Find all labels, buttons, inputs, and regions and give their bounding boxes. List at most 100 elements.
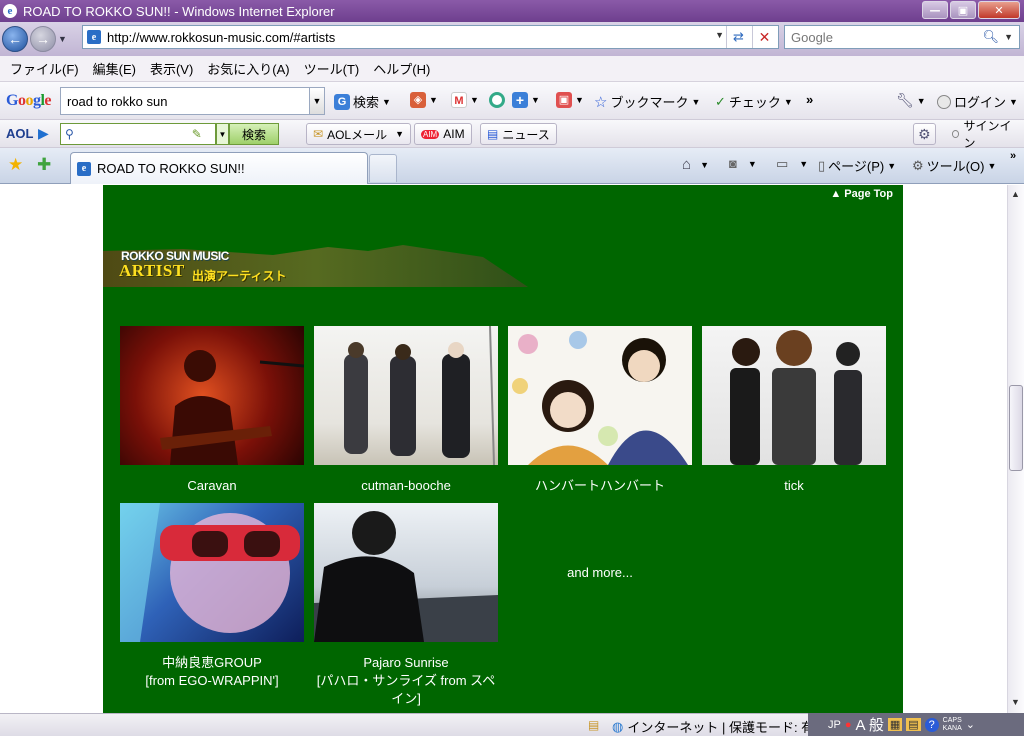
new-tab-button[interactable] — [369, 154, 397, 182]
security-warning-icon: ▤ — [588, 718, 600, 732]
popup-blocker-icon: ▣ — [556, 92, 572, 108]
ime-lang[interactable]: JP — [828, 719, 841, 731]
spell-ring-button[interactable] — [489, 92, 505, 108]
search-placeholder: Google — [791, 29, 833, 45]
aim-button[interactable]: AIM AIM — [414, 123, 472, 145]
tools-gear-icon: ⚙ — [912, 157, 924, 173]
minimize-button[interactable]: — — [922, 1, 948, 19]
artist-name-line: Pajaro Sunrise — [363, 655, 449, 670]
ime-language-bar: JP ● A 般 ▦ ▤ ? CAPS KANA ⌄ — [808, 713, 1024, 736]
scroll-down-icon[interactable]: ▼ — [1011, 697, 1020, 707]
artist-card-nakanoshima[interactable]: 中納良恵GROUP [from EGO-WRAPPIN'] — [120, 503, 304, 690]
artist-photo[interactable] — [314, 326, 498, 465]
favorites-star-icon[interactable]: ★ — [8, 155, 23, 175]
ime-tool-icon[interactable]: ▤ — [906, 718, 921, 731]
aim-icon: AIM — [421, 129, 440, 139]
scroll-thumb[interactable] — [1009, 385, 1023, 471]
artist-card-humbert[interactable]: ハンバートハンバート — [508, 326, 692, 495]
browser-search-input[interactable]: Google 🔍︎ ▼ — [784, 25, 1020, 49]
forward-button[interactable]: → — [30, 26, 56, 52]
add-button[interactable]: + ▼ — [512, 92, 540, 108]
page-menu-icon: ▯ — [818, 157, 826, 173]
gmail-button[interactable]: M ▼ — [451, 92, 479, 108]
back-button[interactable]: ← — [2, 26, 28, 52]
artist-name: cutman-booche — [361, 478, 451, 493]
security-zone[interactable]: ◍ インターネット | 保護モード: 有 — [612, 717, 814, 736]
ime-caps-kana: CAPS KANA — [943, 717, 962, 733]
artist-photo[interactable] — [120, 326, 304, 465]
aol-dropdown-icon[interactable]: ▼ — [216, 123, 229, 145]
artist-card-tick[interactable]: tick — [702, 326, 886, 495]
page-top-link[interactable]: ▲ Page Top — [830, 188, 893, 200]
menu-tools[interactable]: ツール(T) — [304, 59, 360, 78]
google-dropdown-icon[interactable]: ▼ — [309, 87, 325, 115]
search-icon[interactable]: 🔍︎ — [982, 29, 999, 45]
login-button[interactable]: ログイン ▼ — [937, 92, 1018, 111]
spellcheck-button[interactable]: ✓ チェック ▼ — [715, 92, 793, 111]
menu-edit[interactable]: 編集(E) — [93, 59, 136, 78]
news-button[interactable]: ▤ ニュース — [480, 123, 557, 145]
ime-mode[interactable]: A 般 — [856, 714, 884, 735]
artist-name: tick — [784, 478, 804, 493]
url-dropdown-icon[interactable]: ▼ — [715, 30, 724, 40]
ime-options-icon[interactable]: ⌄ — [966, 718, 975, 731]
aol-settings-button[interactable]: ⚙ — [913, 123, 936, 145]
artist-name: Pajaro Sunrise [パハロ・サンライズ from スペイン] — [314, 654, 498, 708]
toolbar-more-button[interactable]: » — [806, 92, 813, 107]
history-dropdown-icon[interactable]: ▼ — [58, 34, 68, 44]
url-input[interactable]: e http://www.rokkosun-music.com/#artists… — [82, 25, 779, 49]
ime-red-icon[interactable]: ● — [845, 719, 852, 731]
window-title: ROAD TO ROKKO SUN!! - Windows Internet E… — [23, 3, 335, 19]
command-more-icon[interactable]: » — [1010, 150, 1016, 162]
aol-search-input[interactable]: ⚲ ✎ — [60, 123, 216, 145]
artist-card-caravan[interactable]: Caravan — [120, 326, 304, 495]
home-button[interactable]: ⌂ ▼ — [682, 156, 709, 173]
rss-icon: ◙ — [729, 156, 737, 171]
menu-favorites[interactable]: お気に入り(A) — [207, 59, 289, 78]
tab-bar: ★ ✚ e ROAD TO ROKKO SUN!! ⌂ ▼ ◙ ▼ ▭ ▼ ▯ ページ(… — [0, 148, 1024, 184]
scroll-up-icon[interactable]: ▲ — [1011, 189, 1020, 199]
and-more-link[interactable]: and more... — [503, 565, 697, 580]
news-label: ニュース — [502, 127, 550, 142]
add-favorite-icon[interactable]: ✚ — [37, 155, 51, 175]
gadget-icon: ◈ — [410, 92, 426, 108]
google-toolbar: Google road to rokko sun ▼ G 検索 ▼ ◈ ▼ M ▼ +… — [0, 82, 1024, 120]
tools-menu-button[interactable]: ⚙ ツール(O) ▼ — [912, 156, 996, 175]
popup-blocker-button[interactable]: ▣ ▼ — [556, 92, 584, 108]
google-search-button[interactable]: G 検索 ▼ — [334, 92, 391, 111]
search-dropdown-icon[interactable]: ▼ — [1004, 32, 1013, 42]
menu-view[interactable]: 表示(V) — [150, 59, 193, 78]
menu-file[interactable]: ファイル(F) — [10, 59, 79, 78]
artist-card-pajaro-sunrise[interactable]: Pajaro Sunrise [パハロ・サンライズ from スペイン] — [314, 503, 498, 708]
artist-photo[interactable] — [314, 503, 498, 642]
artist-photo[interactable] — [120, 503, 304, 642]
bookmark-button[interactable]: ☆ ブックマーク ▼ — [594, 92, 700, 111]
artist-photo[interactable] — [702, 326, 886, 465]
menu-help[interactable]: ヘルプ(H) — [373, 59, 430, 78]
google-search-input[interactable]: road to rokko sun — [60, 87, 310, 115]
ime-help-icon[interactable]: ? — [924, 717, 939, 732]
artist-photo[interactable] — [508, 326, 692, 465]
print-button[interactable]: ▭ ▼ — [776, 156, 808, 172]
feeds-button[interactable]: ◙ ▼ — [729, 156, 757, 171]
aol-mail-button[interactable]: ✉ AOLメール ▼ — [306, 123, 411, 145]
url-text[interactable]: http://www.rokkosun-music.com/#artists — [107, 30, 335, 45]
aol-signin-button[interactable]: サインイン — [946, 119, 1024, 150]
window-titlebar: e ROAD TO ROKKO SUN!! - Windows Internet… — [0, 0, 1024, 22]
artist-name-sub: [パハロ・サンライズ from スペイン] — [316, 673, 496, 706]
aol-logo: AOL — [6, 126, 34, 141]
artist-card-cutman-booche[interactable]: cutman-booche — [314, 326, 498, 495]
vertical-scrollbar[interactable]: ▲ ▼ — [1007, 185, 1024, 713]
ime-pad-icon[interactable]: ▦ — [887, 718, 903, 731]
page-viewport: ▲ Page Top ROKKO SUN MUSIC ARTIST 出演アーティ… — [0, 185, 1007, 713]
aol-search-button[interactable]: 検索 — [229, 123, 279, 145]
gadget-button[interactable]: ◈ ▼ — [410, 92, 438, 108]
aol-arrow-icon: ▶ — [38, 125, 49, 141]
wrench-button[interactable]: 🔧︎ ▼ — [896, 92, 926, 109]
close-button[interactable]: ✕ — [978, 1, 1020, 19]
tab-active[interactable]: e ROAD TO ROKKO SUN!! — [70, 152, 368, 184]
stop-icon[interactable]: ✕ — [752, 26, 776, 48]
page-menu-button[interactable]: ▯ ページ(P) ▼ — [818, 156, 896, 175]
maximize-button[interactable]: ▣ — [950, 1, 976, 19]
refresh-icon[interactable]: ⇄ — [726, 26, 750, 48]
